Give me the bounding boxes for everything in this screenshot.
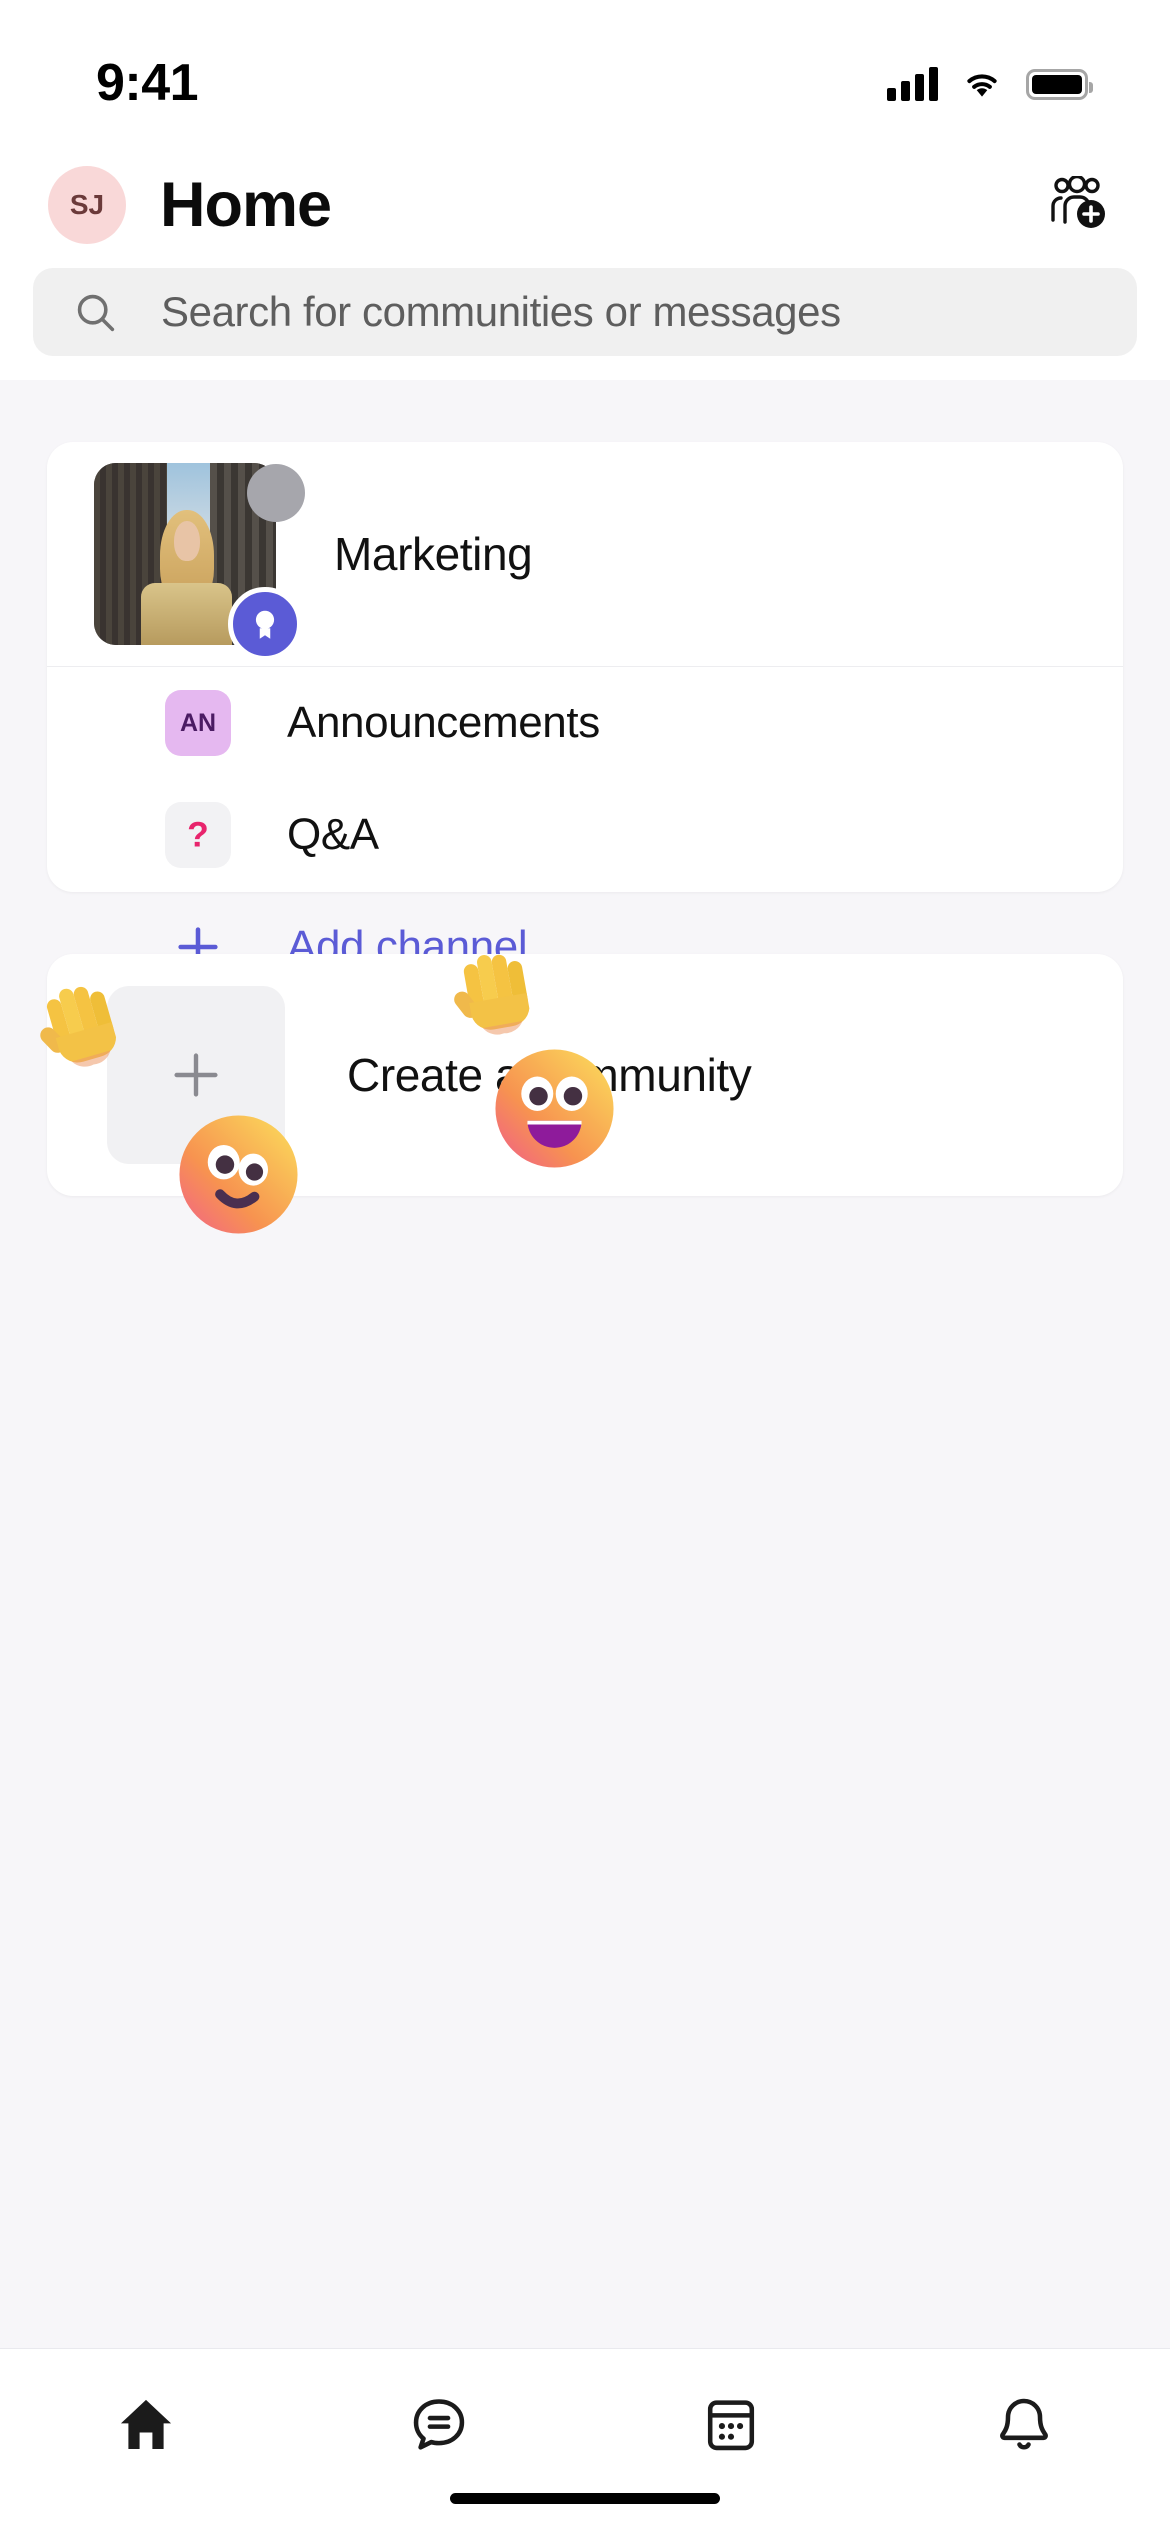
channel-label: Announcements: [287, 698, 600, 747]
nav-item-home[interactable]: [0, 2377, 293, 2473]
add-people-icon: [1051, 176, 1105, 228]
search-box[interactable]: Search for communities or messages: [33, 268, 1137, 356]
community-row-marketing[interactable]: Marketing: [47, 442, 1123, 667]
status-bar: 9:41: [0, 0, 1170, 150]
create-community-label: Create a community: [347, 1049, 752, 1101]
wifi-icon: [967, 74, 997, 97]
chat-icon: [413, 2399, 464, 2450]
community-card: Marketing AN Announcements ? Q&A Add cha…: [47, 442, 1123, 971]
page-title: Home: [160, 169, 332, 240]
bottom-navigation: [0, 2348, 1170, 2532]
calendar-icon: [708, 2400, 755, 2451]
search-bar[interactable]: Search for communities or messages: [33, 268, 1137, 356]
search-icon: [77, 294, 115, 331]
phone-screen: 9:41 SJ Home Search for communities or m…: [0, 0, 1170, 2532]
community-name: Marketing: [334, 528, 533, 580]
create-community-button[interactable]: [107, 986, 285, 1164]
channel-row-qa[interactable]: ? Q&A: [47, 779, 1123, 891]
award-ribbon-icon: [255, 610, 275, 639]
battery-icon: [1026, 68, 1093, 100]
svg-text:?: ?: [187, 814, 209, 854]
channel-avatar: AN: [165, 690, 231, 756]
award-badge-icon: [228, 587, 302, 661]
nav-item-notifications[interactable]: [878, 2377, 1170, 2473]
nav-item-chat[interactable]: [293, 2377, 586, 2473]
search-input[interactable]: Search for communities or messages: [161, 288, 841, 336]
create-community-row[interactable]: Create a community: [47, 954, 1123, 1196]
plus-icon: [174, 1053, 218, 1097]
avatar[interactable]: SJ: [48, 166, 126, 244]
content-area: Marketing AN Announcements ? Q&A Add cha…: [0, 380, 1170, 2348]
presence-dot: [247, 464, 305, 522]
nav-item-calendar[interactable]: [585, 2377, 878, 2473]
add-people-button[interactable]: [1042, 173, 1112, 237]
channel-label: Q&A: [287, 810, 379, 859]
status-indicators: [887, 67, 1093, 101]
app-header: SJ Home: [0, 150, 1170, 260]
question-mark-icon: ?: [165, 802, 231, 868]
bell-icon: [999, 2398, 1048, 2450]
question-glyph-icon: ?: [187, 814, 209, 854]
create-community-card[interactable]: Create a community: [47, 954, 1123, 1196]
status-time: 9:41: [96, 54, 199, 112]
cellular-signal-icon: [887, 67, 938, 101]
channel-row-announcements[interactable]: AN Announcements: [47, 667, 1123, 779]
home-icon: [121, 2399, 172, 2449]
home-indicator[interactable]: [450, 2493, 720, 2504]
